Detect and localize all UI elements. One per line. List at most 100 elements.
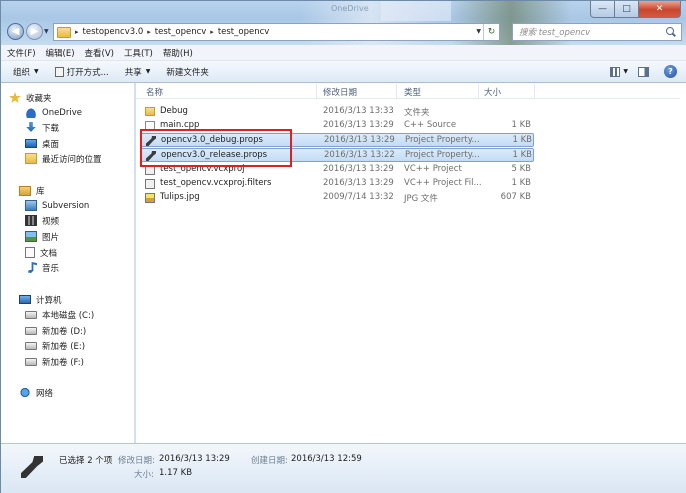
address-bar[interactable]: ▸ testopencv3.0 ▸ test_opencv ▸ test_ope… — [53, 23, 500, 41]
back-button[interactable]: ◀ — [7, 23, 24, 40]
nav-music[interactable]: 音乐 — [25, 260, 59, 275]
nav-documents-label: 文档 — [40, 248, 58, 259]
created-date-label: 创建日期: — [251, 456, 288, 466]
nav-drive-f-label: 新加卷 (F:) — [42, 357, 84, 368]
minimize-button[interactable]: — — [590, 1, 615, 18]
file-name: Debug — [160, 106, 188, 116]
nav-drive-c[interactable]: 本地磁盘 (C:) — [25, 307, 94, 322]
menu-edit[interactable]: 编辑(E) — [46, 47, 75, 59]
file-date: 2016/3/13 13:29 — [323, 164, 394, 174]
modified-date-value: 2016/3/13 13:29 — [159, 454, 230, 464]
filters-icon — [145, 179, 155, 189]
drive-icon — [25, 326, 37, 335]
background-ghost-text: OneDrive — [331, 4, 369, 13]
menu-help[interactable]: 帮助(H) — [163, 47, 193, 59]
nav-drive-c-label: 本地磁盘 (C:) — [42, 310, 95, 321]
menu-bar: 文件(F) 编辑(E) 查看(V) 工具(T) 帮助(H) — [1, 45, 686, 61]
nav-recent-places[interactable]: 最近访问的位置 — [25, 151, 102, 166]
chevron-down-icon: ▼ — [145, 68, 151, 75]
file-date: 2009/7/14 13:32 — [323, 192, 394, 202]
nav-favorites-label: 收藏夹 — [26, 93, 52, 104]
breadcrumb-test-opencv-parent[interactable]: test_opencv — [155, 27, 207, 37]
nav-drive-d[interactable]: 新加卷 (D:) — [25, 323, 86, 338]
network-icon — [19, 387, 31, 398]
new-folder-label: 新建文件夹 — [166, 67, 209, 78]
column-name[interactable]: 名称 — [146, 86, 163, 98]
column-type[interactable]: 类型 — [404, 86, 421, 98]
nav-videos-label: 视频 — [42, 216, 60, 227]
nav-pictures[interactable]: 图片 — [25, 229, 59, 244]
nav-drive-f[interactable]: 新加卷 (F:) — [25, 354, 84, 369]
details-pane: 已选择 2 个项 修改日期: 2016/3/13 13:29 创建日期: 201… — [1, 443, 686, 493]
drive-icon — [25, 357, 37, 366]
menu-view[interactable]: 查看(V) — [85, 47, 114, 59]
preview-pane-icon[interactable] — [638, 66, 649, 77]
nav-libraries[interactable]: 库 — [19, 183, 45, 198]
drive-icon — [25, 310, 37, 319]
folder-icon — [57, 26, 71, 38]
file-row-debug[interactable]: Debug 2016/3/13 13:33 文件夹 — [140, 105, 534, 119]
file-date: 2016/3/13 13:22 — [324, 150, 395, 160]
file-size: 1 KB — [511, 120, 531, 130]
maximize-button[interactable]: □ — [615, 1, 639, 18]
recent-pages-dropdown[interactable]: ▼ — [44, 28, 49, 35]
breadcrumb-test-opencv[interactable]: test_opencv — [218, 27, 270, 37]
file-row-tulips-jpg[interactable]: Tulips.jpg 2009/7/14 13:32 JPG 文件 607 KB — [140, 191, 534, 205]
nav-onedrive[interactable]: OneDrive — [25, 105, 82, 120]
column-size[interactable]: 大小 — [484, 86, 501, 98]
nav-documents[interactable]: 文档 — [25, 245, 57, 260]
view-controls: ▼ ? — [610, 65, 677, 78]
forward-button[interactable]: ▶ — [26, 23, 43, 40]
breadcrumb-separator[interactable]: ▸ — [147, 28, 151, 36]
file-name: test_opencv.vcxproj.filters — [160, 178, 272, 188]
document-icon — [25, 247, 35, 258]
file-type: 文件夹 — [404, 108, 430, 118]
refresh-icon[interactable]: ↻ — [483, 24, 499, 40]
annotation-highlight-box — [140, 129, 292, 167]
column-headers: 名称 修改日期 类型 大小 — [136, 83, 680, 99]
column-date-modified[interactable]: 修改日期 — [323, 86, 357, 98]
nav-downloads[interactable]: 下载 — [25, 120, 59, 135]
file-size: 1 KB — [512, 135, 532, 145]
title-bar: OneDrive — □ ✕ ◀ ▶ ▼ ▸ testopencv3.0 ▸ t… — [1, 1, 686, 45]
file-date: 2016/3/13 13:29 — [323, 120, 394, 130]
help-icon[interactable]: ? — [664, 65, 677, 78]
menu-tools[interactable]: 工具(T) — [124, 47, 153, 59]
address-history-dropdown[interactable]: ▼ — [476, 28, 481, 35]
open-with-button[interactable]: 打开方式... — [54, 66, 109, 78]
nav-network-label: 网络 — [36, 388, 54, 399]
nav-subversion[interactable]: Subversion — [25, 198, 89, 213]
nav-downloads-label: 下载 — [42, 123, 60, 134]
share-button[interactable]: 共享 ▼ — [125, 66, 151, 78]
nav-music-label: 音乐 — [42, 263, 60, 274]
nav-network[interactable]: 网络 — [19, 385, 53, 400]
view-options-dropdown[interactable]: ▼ — [623, 68, 628, 75]
breadcrumb-separator[interactable]: ▸ — [210, 28, 214, 36]
size-value: 1.17 KB — [159, 468, 193, 478]
nav-drive-d-label: 新加卷 (D:) — [42, 326, 87, 337]
new-folder-button[interactable]: 新建文件夹 — [166, 66, 209, 78]
nav-videos[interactable]: 视频 — [25, 213, 59, 228]
file-row-vcxproj-filters[interactable]: test_opencv.vcxproj.filters 2016/3/13 13… — [140, 177, 534, 191]
desktop-icon — [25, 139, 37, 148]
created-date-value: 2016/3/13 12:59 — [291, 454, 362, 464]
organize-button[interactable]: 组织 ▼ — [13, 66, 39, 78]
nav-drive-e-label: 新加卷 (E:) — [42, 341, 86, 352]
menu-file[interactable]: 文件(F) — [7, 47, 36, 59]
breadcrumb-separator[interactable]: ▸ — [75, 28, 79, 36]
library-icon — [19, 185, 31, 196]
file-size: 607 KB — [500, 192, 531, 202]
window-controls: — □ ✕ — [590, 1, 681, 18]
nav-desktop[interactable]: 桌面 — [25, 136, 59, 151]
nav-computer[interactable]: 计算机 — [19, 292, 62, 307]
folder-icon — [145, 107, 155, 116]
search-icon[interactable] — [664, 25, 678, 39]
nav-favorites[interactable]: 收藏夹 — [9, 90, 52, 105]
change-view-icon[interactable] — [610, 66, 621, 77]
size-label: 大小: — [134, 470, 154, 480]
breadcrumb-testopencv3[interactable]: testopencv3.0 — [83, 27, 144, 37]
file-type: Project Property... — [405, 150, 480, 160]
search-input[interactable]: 搜索 test_opencv — [512, 23, 682, 41]
close-button[interactable]: ✕ — [639, 1, 681, 18]
nav-drive-e[interactable]: 新加卷 (E:) — [25, 338, 85, 353]
